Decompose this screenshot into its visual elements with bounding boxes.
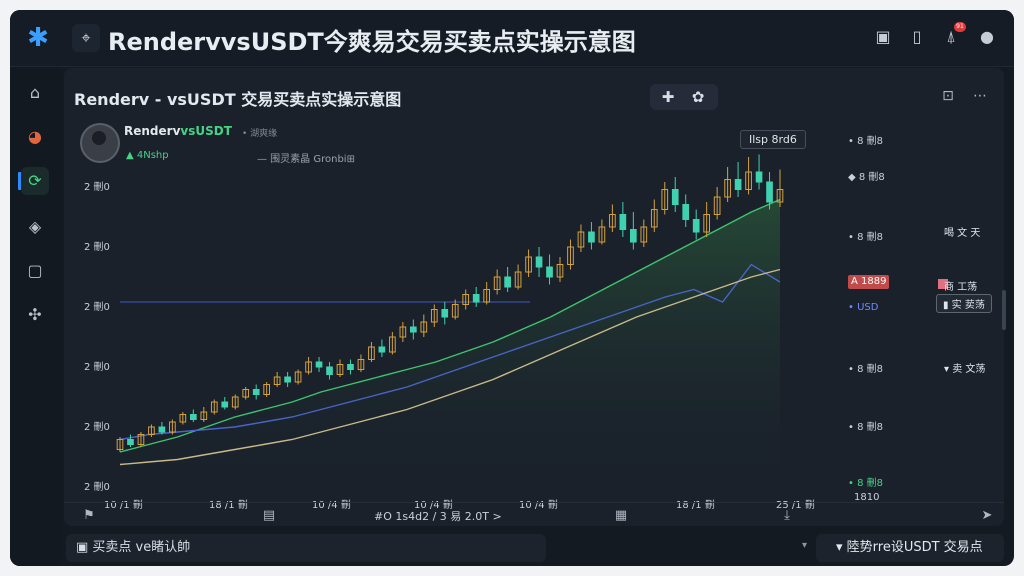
download-icon[interactable]: ⤓ (778, 507, 796, 525)
area-fill (120, 199, 780, 477)
price-chart[interactable] (110, 132, 830, 492)
y-tick-left: 2 刪0 (84, 482, 110, 493)
chart-panel: Renderv - vsUSDT 交易买卖点实操示意图 ✚ ✿ ⊡ ⋯ Rend… (64, 68, 1004, 526)
notification-badge: 91 (954, 22, 966, 32)
candle-body (629, 229, 637, 243)
scrollbar[interactable] (1002, 290, 1006, 330)
candle-body (158, 426, 166, 433)
pin-icon[interactable]: ⌖ (72, 24, 100, 52)
chat-icon[interactable]: ▣ (872, 26, 894, 48)
candle-body (221, 401, 229, 408)
settings-icon[interactable]: ✿ (684, 84, 712, 110)
candle-body (504, 276, 511, 288)
grid-icon[interactable]: ▦ (612, 507, 630, 525)
candle-body (671, 189, 679, 205)
wallet-icon[interactable]: ▢ (21, 257, 49, 285)
candle-body (252, 389, 260, 395)
candle-body (619, 214, 627, 230)
home-icon[interactable]: ⌂ (21, 79, 49, 107)
annotation-label: ▾ 卖 文荡 (944, 364, 986, 375)
candle-body (127, 439, 134, 445)
y-tick-right: • USD (848, 302, 879, 313)
candle-body (692, 219, 700, 233)
y-tick-right: • 8 刪8 (848, 364, 883, 375)
refresh-icon[interactable]: ⟳ (21, 167, 49, 195)
trade-points-field[interactable]: ▣ 买卖点 ve睹认帥 (66, 534, 546, 562)
last-price-tag: A 1889 (848, 275, 890, 289)
candle-body (535, 256, 543, 268)
footer-status: #O 1s4d2 / 3 易 2.0T > (374, 510, 502, 523)
bottom-bar: ▣ 买卖点 ve睹认帥 ▾ ▾ 陸势rre设USDT 交易点 (64, 534, 1004, 562)
candle-body (546, 266, 553, 278)
dropdown-caret-icon[interactable]: ▾ (802, 540, 807, 551)
app-title: RendervvsUSDT今爽易交易买卖点实操示意图 (108, 28, 636, 56)
more-icon[interactable]: ⋯ (970, 86, 990, 106)
chart-tooltip: Ilsp 8rd6 (740, 130, 806, 149)
annotation-label: 商 工荡 (944, 282, 978, 293)
candle-body (315, 361, 323, 368)
star-logo-icon[interactable]: ✱ (24, 24, 52, 52)
y-tick-right: • 8 刪8 (848, 232, 883, 243)
app-window: ✱ ⌖ RendervvsUSDT今爽易交易买卖点实操示意图 ▣ ▯ ⍋ 91 … (10, 10, 1014, 566)
y-tick-right: • 8 刪8 (848, 136, 883, 147)
candle-body (347, 364, 354, 370)
y-tick-right: • 8 刪8 (848, 478, 883, 489)
sidebar: ⌂ ◕ ⟳ ◈ ▢ ✣ (10, 67, 60, 566)
y-tick-left: 2 刪0 (84, 182, 110, 193)
candle-body (734, 179, 742, 190)
panel-footer: ⚑ ▤ #O 1s4d2 / 3 易 2.0T > ▦ ⤓ ➤ (64, 502, 1004, 527)
y-tick-right: • 8 刪8 (848, 422, 883, 433)
y-tick-left: 2 刪0 (84, 242, 110, 253)
candle-body (755, 171, 763, 183)
chart-toolbar: ✚ ✿ (650, 84, 718, 110)
tablet-icon[interactable]: ▯ (906, 26, 928, 48)
y-tick-left: 2 刪0 (84, 362, 110, 373)
candle-body (409, 326, 417, 333)
y-tick-left: 2 刪0 (84, 422, 110, 433)
add-icon[interactable]: ✚ (654, 84, 682, 110)
user-icon[interactable]: ● (976, 26, 998, 48)
pair-selector[interactable]: ▾ 陸势rre设USDT 交易点 (816, 534, 1004, 562)
calendar-icon[interactable]: ▤ (260, 507, 278, 525)
candle-body (682, 204, 690, 220)
candle-body (441, 309, 449, 318)
pie-icon[interactable]: ◕ (21, 123, 49, 151)
candle-body (472, 294, 480, 303)
top-bar: ✱ ⌖ RendervvsUSDT今爽易交易买卖点实操示意图 ▣ ▯ ⍋ 91 … (10, 10, 1014, 67)
candle-body (378, 346, 386, 353)
compass-icon[interactable]: ◈ (21, 213, 49, 241)
panel-title: Renderv - vsUSDT 交易买卖点实操示意图 (74, 90, 402, 109)
bookmark-icon[interactable]: ⚑ (80, 507, 98, 525)
y-tick-right: ◆ 8 刪8 (848, 172, 885, 183)
y-tick-left: 2 刪0 (84, 302, 110, 313)
annotation-label: 喝 文 天 (944, 228, 981, 239)
candle-body (284, 376, 291, 383)
annotation-box: ▮ 实 荬荡 (936, 294, 992, 313)
candle-body (766, 181, 773, 203)
candle-body (189, 414, 197, 420)
fullscreen-icon[interactable]: ⊡ (938, 86, 958, 106)
candle-body (588, 231, 595, 243)
candle-body (326, 366, 333, 375)
next-arrow-icon[interactable]: ➤ (978, 507, 996, 525)
puzzle-icon[interactable]: ✣ (21, 301, 49, 329)
